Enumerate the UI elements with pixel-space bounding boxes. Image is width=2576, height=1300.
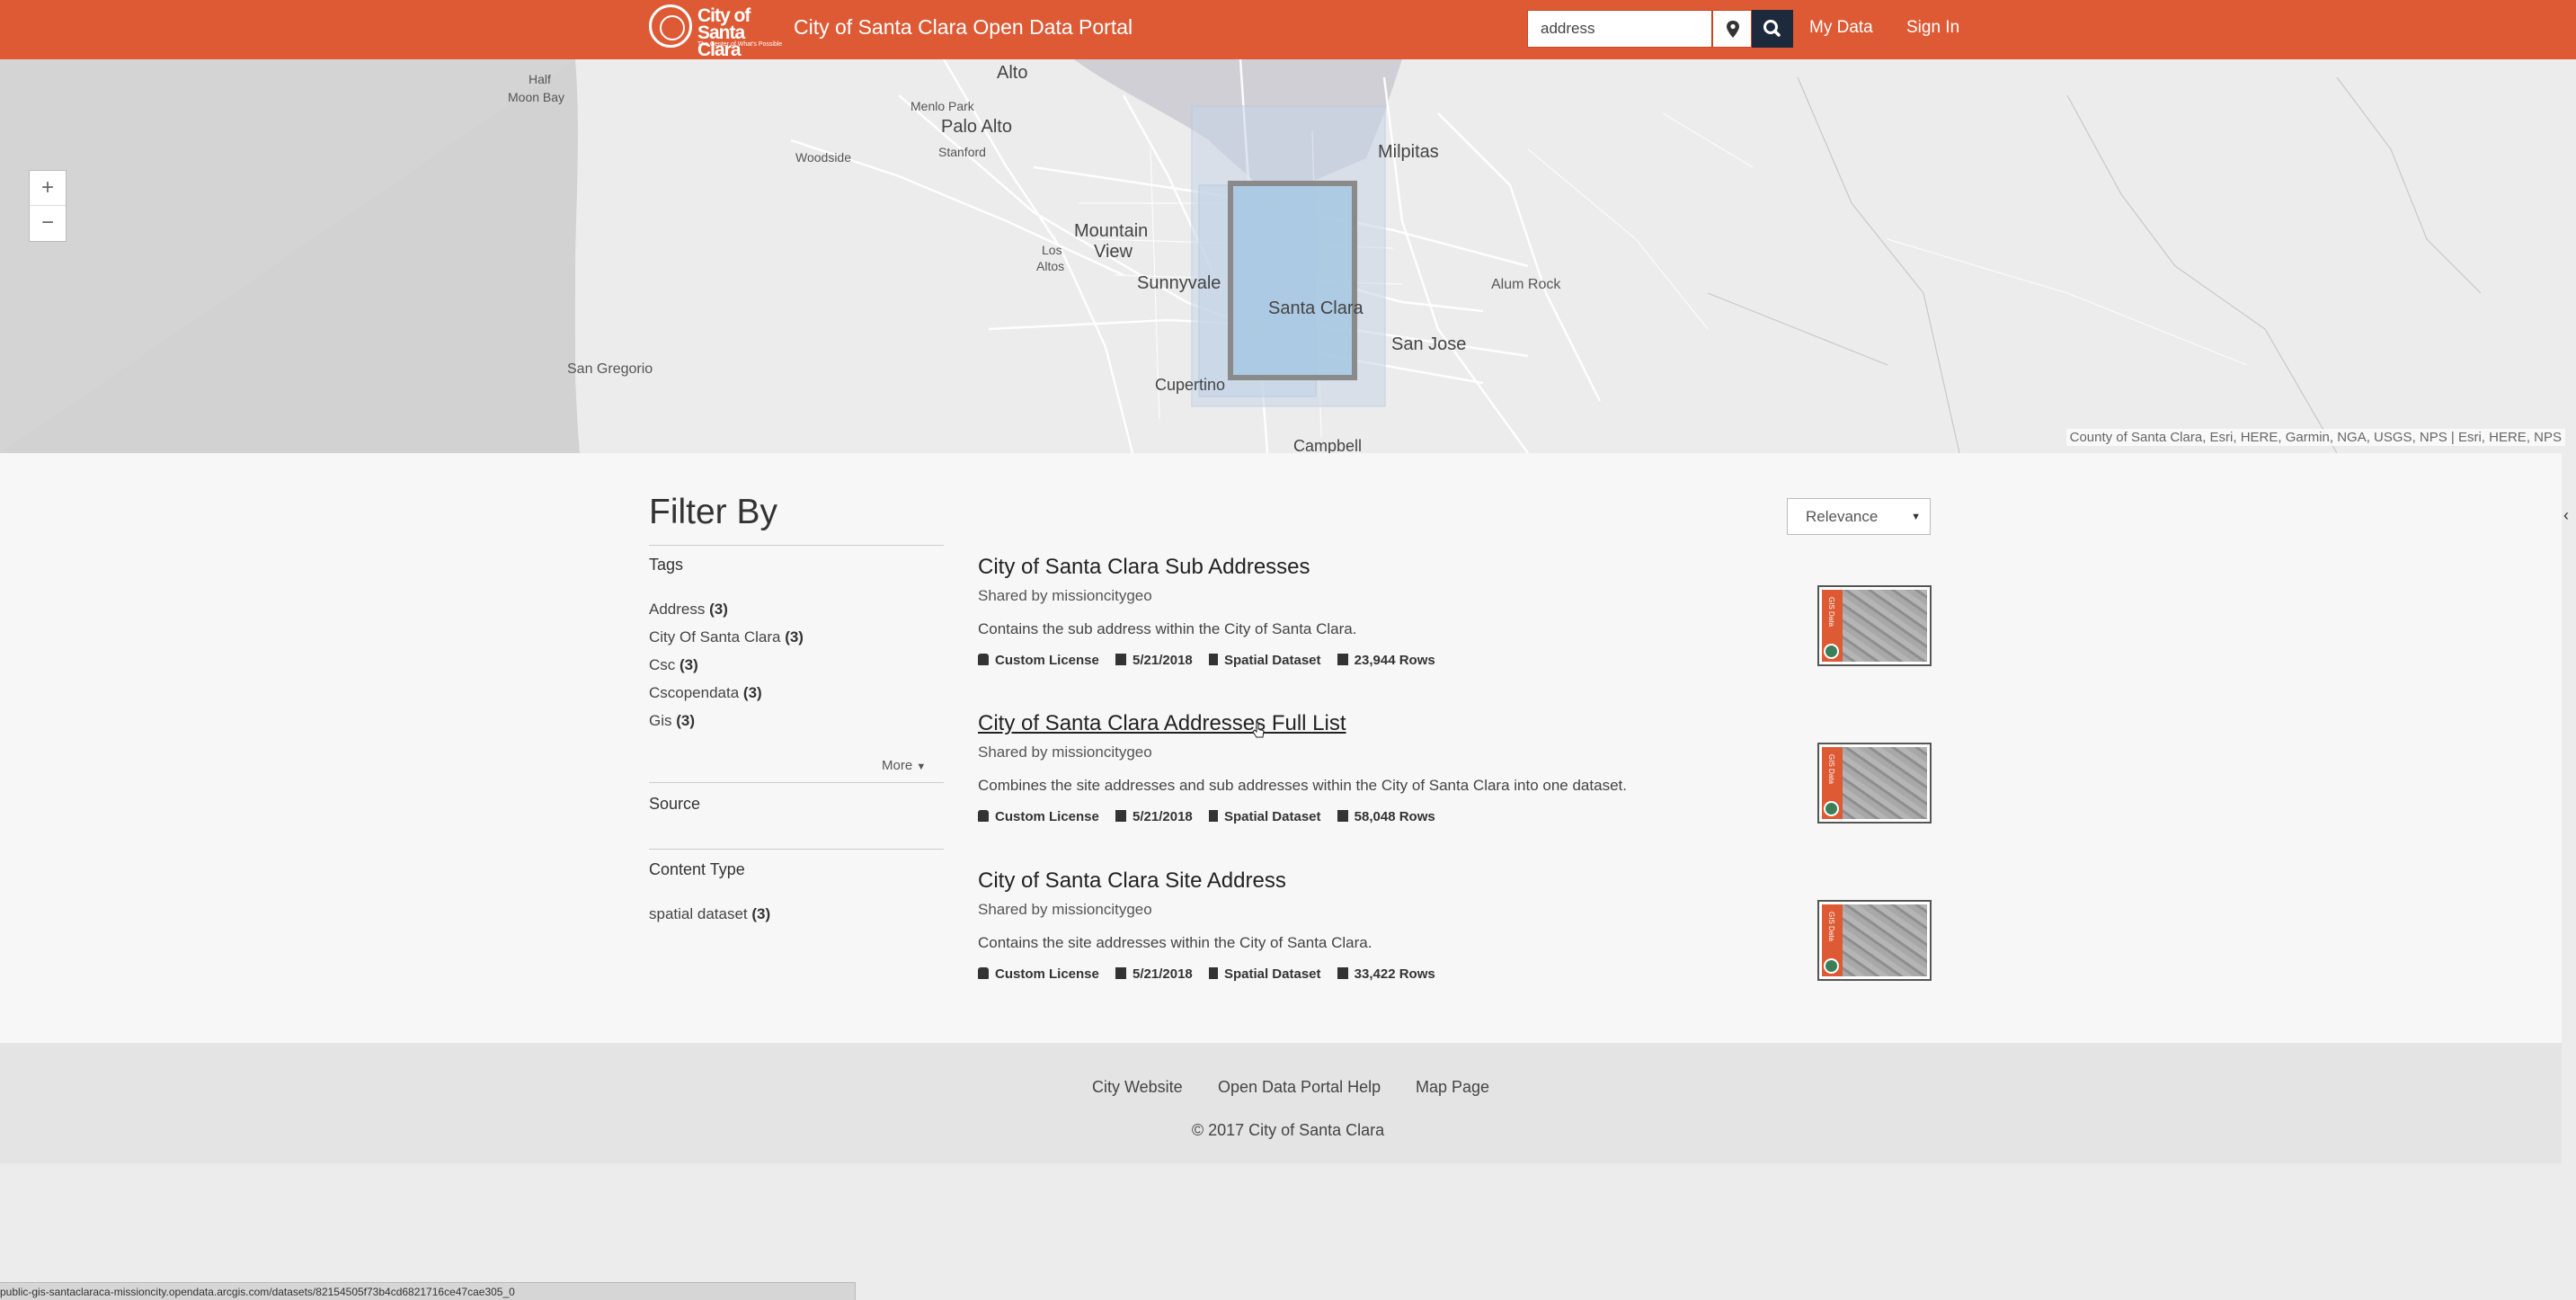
map-label-mountain-view-2: View bbox=[1094, 242, 1133, 262]
logo-tagline: The Center of What's Possible bbox=[697, 41, 783, 48]
file-icon bbox=[1208, 967, 1218, 979]
zoom-out-button[interactable]: − bbox=[30, 206, 66, 241]
source-heading[interactable]: Source bbox=[649, 795, 700, 814]
map-label-san-jose: San Jose bbox=[1391, 334, 1467, 354]
list-icon bbox=[1337, 654, 1348, 665]
filter-by-title: Filter By bbox=[649, 493, 778, 531]
chevron-left-icon[interactable]: ‹ bbox=[2563, 506, 2569, 525]
search-results-area bbox=[0, 453, 2562, 1043]
map-label-milpitas: Milpitas bbox=[1378, 142, 1439, 162]
caret-down-icon: ▼ bbox=[1911, 512, 1921, 522]
search-icon bbox=[1763, 20, 1781, 37]
tag-filter-address[interactable]: Address (3) bbox=[649, 601, 728, 619]
city-seal-icon bbox=[1824, 644, 1839, 659]
map-label-mountain-view-1: Mountain bbox=[1074, 221, 1149, 241]
tags-heading: Tags bbox=[649, 556, 684, 574]
lock-icon bbox=[978, 810, 989, 822]
map-label-santa-clara: Santa Clara bbox=[1268, 298, 1364, 318]
result-title[interactable]: City of Santa Clara Addresses Full List bbox=[978, 711, 1346, 736]
calendar-icon bbox=[1115, 654, 1127, 665]
zoom-controls: + − bbox=[29, 170, 67, 242]
footer-link-city-website[interactable]: City Website bbox=[1092, 1078, 1183, 1097]
content-type-filter-spatial-dataset[interactable]: spatial dataset (3) bbox=[649, 905, 770, 923]
top-navigation-bar: City of Santa Clara The Center of What's… bbox=[0, 0, 2576, 59]
tag-filter-city-of-santa-clara[interactable]: City Of Santa Clara (3) bbox=[649, 628, 804, 646]
result-description: Contains the sub address within the City… bbox=[978, 620, 1357, 637]
map-label-cupertino: Cupertino bbox=[1155, 376, 1226, 394]
city-seal-icon bbox=[1824, 958, 1839, 974]
search-input[interactable] bbox=[1527, 10, 1712, 48]
file-icon bbox=[1208, 810, 1218, 822]
result-meta: Custom License 5/21/2018 Spatial Dataset… bbox=[978, 653, 1448, 668]
result-thumbnail[interactable]: GIS Data bbox=[1817, 900, 1932, 981]
map-label-campbell: Campbell bbox=[1293, 437, 1363, 453]
divider bbox=[649, 545, 944, 546]
zoom-in-button[interactable]: + bbox=[30, 171, 66, 206]
result-shared-by: Shared by missioncitygeo bbox=[978, 587, 1152, 604]
browser-status-bar: public-gis-santaclaraca-missioncity.open… bbox=[0, 1282, 856, 1300]
map-label-woodside: Woodside bbox=[795, 150, 852, 165]
result-description: Contains the site addresses within the C… bbox=[978, 934, 1372, 951]
result-shared-by: Shared by missioncitygeo bbox=[978, 901, 1152, 918]
dataset-extent-map[interactable]: + − Half Moon Bay Alto Menlo Park Palo A… bbox=[0, 59, 2576, 453]
footer-link-portal-help[interactable]: Open Data Portal Help bbox=[1218, 1078, 1381, 1097]
result-title[interactable]: City of Santa Clara Site Address bbox=[978, 868, 1286, 894]
map-pin-icon bbox=[1727, 21, 1739, 38]
lock-icon bbox=[978, 967, 989, 979]
map-label-alum-rock: Alum Rock bbox=[1491, 277, 1561, 292]
basemap bbox=[0, 59, 2576, 453]
calendar-icon bbox=[1115, 810, 1127, 822]
sort-select[interactable]: Relevance ▼ bbox=[1787, 498, 1931, 535]
city-seal-icon bbox=[649, 4, 692, 48]
result-thumbnail[interactable]: GIS Data bbox=[1817, 585, 1932, 666]
result-meta: Custom License 5/21/2018 Spatial Dataset… bbox=[978, 966, 1448, 982]
map-label-sunnyvale: Sunnyvale bbox=[1137, 273, 1221, 293]
result-shared-by: Shared by missioncitygeo bbox=[978, 743, 1152, 761]
tag-filter-cscopendata[interactable]: Cscopendata (3) bbox=[649, 684, 762, 702]
divider bbox=[649, 782, 944, 783]
sign-in-link[interactable]: Sign In bbox=[1906, 18, 1959, 38]
chevron-down-icon: ▼ bbox=[916, 761, 927, 772]
location-button[interactable] bbox=[1712, 10, 1752, 48]
map-attribution: County of Santa Clara, Esri, HERE, Garmi… bbox=[2065, 429, 2565, 446]
map-label-half-moon-bay-2: Moon Bay bbox=[508, 90, 565, 104]
map-label-menlo-park: Menlo Park bbox=[910, 99, 974, 113]
result-thumbnail[interactable]: GIS Data bbox=[1817, 743, 1932, 824]
map-label-san-gregorio: San Gregorio bbox=[567, 361, 653, 377]
map-label-los-altos-2: Altos bbox=[1036, 259, 1065, 273]
content-type-heading: Content Type bbox=[649, 860, 745, 878]
map-label-half-moon-bay-1: Half bbox=[529, 72, 551, 86]
mouse-cursor-icon bbox=[1252, 722, 1265, 738]
footer: City Website Open Data Portal Help Map P… bbox=[0, 1043, 2562, 1163]
my-data-link[interactable]: My Data bbox=[1809, 18, 1873, 38]
footer-link-map-page[interactable]: Map Page bbox=[1416, 1078, 1489, 1097]
map-label-stanford: Stanford bbox=[938, 145, 986, 159]
site-title[interactable]: City of Santa Clara Open Data Portal bbox=[794, 15, 1133, 40]
thumbnail-label: GIS Data bbox=[1827, 912, 1835, 941]
thumbnail-label: GIS Data bbox=[1827, 754, 1835, 784]
list-icon bbox=[1337, 967, 1348, 979]
map-label-palo-alto: Palo Alto bbox=[941, 117, 1012, 137]
more-tags-link[interactable]: More ▼ bbox=[882, 758, 926, 773]
tag-filter-csc[interactable]: Csc (3) bbox=[649, 656, 698, 674]
list-icon bbox=[1337, 810, 1348, 822]
thumbnail-label: GIS Data bbox=[1827, 597, 1835, 627]
divider bbox=[649, 849, 944, 850]
city-logo[interactable]: City of Santa Clara The Center of What's… bbox=[649, 4, 787, 59]
copyright: © 2017 City of Santa Clara bbox=[1191, 1121, 1385, 1139]
city-seal-icon bbox=[1824, 801, 1839, 816]
calendar-icon bbox=[1115, 967, 1127, 979]
result-title[interactable]: City of Santa Clara Sub Addresses bbox=[978, 555, 1310, 580]
result-meta: Custom License 5/21/2018 Spatial Dataset… bbox=[978, 809, 1448, 824]
map-label-alto: Alto bbox=[997, 63, 1028, 83]
file-icon bbox=[1208, 654, 1218, 665]
tag-filter-gis[interactable]: Gis (3) bbox=[649, 712, 695, 730]
map-label-los-altos-1: Los bbox=[1042, 243, 1062, 257]
lock-icon bbox=[978, 654, 989, 665]
result-description: Combines the site addresses and sub addr… bbox=[978, 777, 1627, 794]
search-button[interactable] bbox=[1752, 10, 1793, 48]
